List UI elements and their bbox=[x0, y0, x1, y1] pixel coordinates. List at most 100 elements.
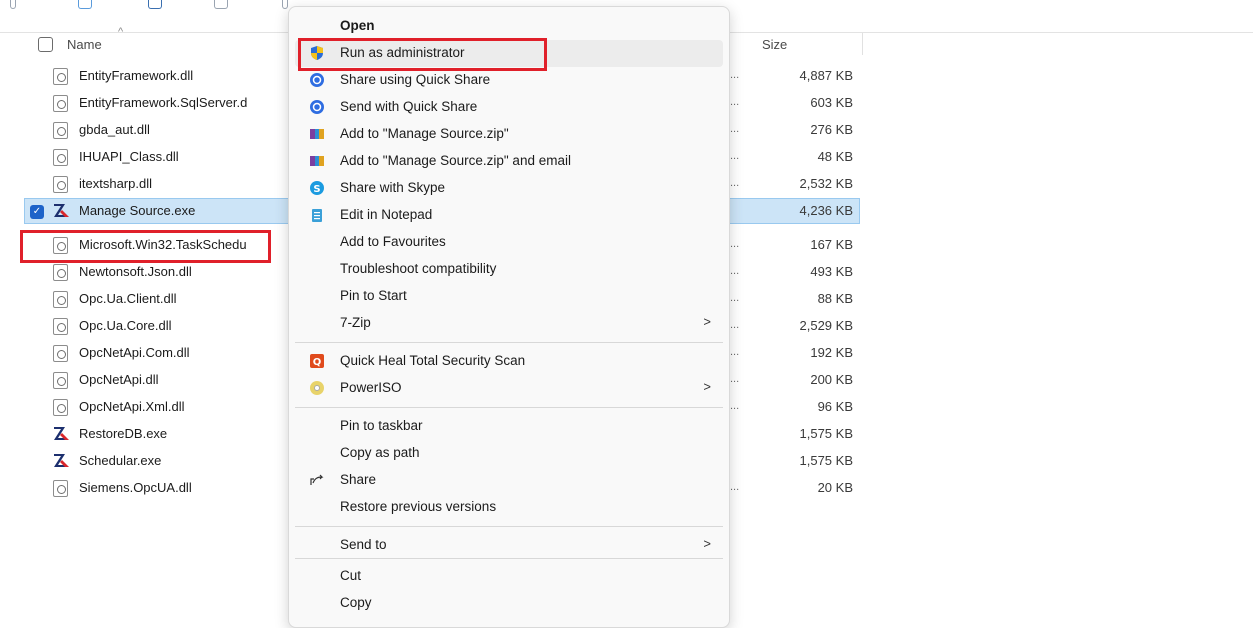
menu-item-7-zip[interactable]: 7-Zip > bbox=[295, 310, 723, 337]
winrar-icon bbox=[309, 126, 325, 142]
menu-item-copy-as-path[interactable]: Copy as path bbox=[295, 440, 723, 467]
menu-item-pin-to-taskbar[interactable]: Pin to taskbar bbox=[295, 413, 723, 440]
checkbox-checked-icon[interactable]: ✓ bbox=[30, 205, 44, 219]
file-size: 4,236 KB bbox=[799, 203, 854, 218]
column-divider[interactable] bbox=[862, 33, 863, 55]
file-name: RestoreDB.exe bbox=[79, 426, 168, 441]
size-column-header[interactable]: Size bbox=[762, 37, 787, 52]
file-size: 192 KB bbox=[810, 345, 853, 360]
highlight-box bbox=[20, 230, 271, 263]
dll-file-icon bbox=[53, 68, 68, 85]
menu-item-share[interactable]: Share bbox=[295, 467, 723, 494]
truncated-column: ... bbox=[730, 346, 740, 358]
menu-item-pin-to-start[interactable]: Pin to Start bbox=[295, 283, 723, 310]
truncated-column: ... bbox=[730, 69, 740, 81]
menu-item-label: Restore previous versions bbox=[340, 499, 497, 514]
menu-item-copy[interactable]: Copy bbox=[295, 590, 723, 617]
file-name: EntityFramework.dll bbox=[79, 68, 194, 83]
dll-file-icon bbox=[53, 176, 68, 193]
dll-file-icon bbox=[53, 122, 68, 139]
highlight-box bbox=[298, 38, 547, 71]
menu-item-label: Edit in Notepad bbox=[340, 207, 433, 222]
menu-item-label: Quick Heal Total Security Scan bbox=[340, 353, 526, 368]
file-size: 2,532 KB bbox=[799, 176, 854, 191]
file-name: OpcNetApi.Xml.dll bbox=[79, 399, 185, 414]
menu-item-add-to-manage-source-zip-and-email[interactable]: Add to "Manage Source.zip" and email bbox=[295, 148, 723, 175]
menu-item-label: Cut bbox=[340, 568, 362, 583]
toolbar-icon[interactable] bbox=[78, 0, 92, 9]
share-icon bbox=[309, 472, 325, 488]
file-name: gbda_aut.dll bbox=[79, 122, 150, 137]
menu-item-cut[interactable]: Cut bbox=[295, 563, 723, 590]
truncated-column: ... bbox=[730, 481, 740, 493]
menu-item-edit-in-notepad[interactable]: Edit in Notepad bbox=[295, 202, 723, 229]
svg-text:Q: Q bbox=[313, 357, 322, 368]
menu-item-label: Copy as path bbox=[340, 445, 420, 460]
file-size: 1,575 KB bbox=[799, 426, 854, 441]
menu-item-add-to-manage-source-zip[interactable]: Add to "Manage Source.zip" bbox=[295, 121, 723, 148]
menu-item-label: Troubleshoot compatibility bbox=[340, 261, 497, 276]
file-name: Newtonsoft.Json.dll bbox=[79, 264, 192, 279]
dll-file-icon bbox=[53, 480, 68, 497]
file-size: 88 KB bbox=[817, 291, 853, 306]
exe-app-icon bbox=[53, 202, 70, 219]
toolbar-icon[interactable] bbox=[148, 0, 162, 9]
file-name: Schedular.exe bbox=[79, 453, 162, 468]
toolbar-icon[interactable] bbox=[10, 0, 16, 9]
menu-item-share-using-quick-share[interactable]: Share using Quick Share bbox=[295, 67, 723, 94]
menu-item-label: PowerISO bbox=[340, 380, 402, 395]
menu-item-troubleshoot-compatibility[interactable]: Troubleshoot compatibility bbox=[295, 256, 723, 283]
file-size: 2,529 KB bbox=[799, 318, 854, 333]
menu-item-label: 7-Zip bbox=[340, 315, 371, 330]
exe-app-icon bbox=[53, 425, 70, 442]
file-size: 276 KB bbox=[810, 122, 853, 137]
truncated-column: ... bbox=[730, 96, 740, 108]
menu-item-restore-previous-versions[interactable]: Restore previous versions bbox=[295, 494, 723, 521]
menu-item-label: Copy bbox=[340, 595, 372, 610]
menu-item-send-with-quick-share[interactable]: Send with Quick Share bbox=[295, 94, 723, 121]
file-name: IHUAPI_Class.dll bbox=[79, 149, 179, 164]
file-size: 200 KB bbox=[810, 372, 853, 387]
file-name: Opc.Ua.Client.dll bbox=[79, 291, 177, 306]
file-size: 493 KB bbox=[810, 264, 853, 279]
quick-share-icon bbox=[309, 99, 325, 115]
file-name: OpcNetApi.dll bbox=[79, 372, 159, 387]
toolbar-icon[interactable] bbox=[282, 0, 288, 9]
truncated-column: ... bbox=[730, 319, 740, 331]
menu-item-label: Share using Quick Share bbox=[340, 72, 491, 87]
poweriso-icon bbox=[309, 380, 325, 396]
menu-separator bbox=[295, 407, 723, 408]
file-name: Manage Source.exe bbox=[79, 203, 196, 218]
file-size: 1,575 KB bbox=[799, 453, 854, 468]
file-size: 96 KB bbox=[817, 399, 853, 414]
menu-separator bbox=[295, 342, 723, 343]
menu-item-quick-heal-total-security-scan[interactable]: Q Quick Heal Total Security Scan bbox=[295, 348, 723, 375]
winrar-icon bbox=[309, 153, 325, 169]
name-column-header[interactable]: Name bbox=[67, 37, 102, 52]
dll-file-icon bbox=[53, 95, 68, 112]
quick-heal-icon: Q bbox=[309, 353, 325, 369]
file-name: Opc.Ua.Core.dll bbox=[79, 318, 172, 333]
context-menu: Open Run as administrator Share using Quic… bbox=[288, 6, 730, 628]
file-size: 48 KB bbox=[817, 149, 853, 164]
menu-item-send-to[interactable]: Send to > bbox=[295, 532, 723, 559]
notepad-icon bbox=[309, 207, 325, 223]
select-all-checkbox[interactable] bbox=[38, 37, 53, 52]
chevron-right-icon: > bbox=[703, 314, 711, 329]
toolbar-icon[interactable] bbox=[214, 0, 228, 9]
quick-share-icon bbox=[309, 72, 325, 88]
file-name: Siemens.OpcUA.dll bbox=[79, 480, 192, 495]
menu-item-share-with-skype[interactable]: S Share with Skype bbox=[295, 175, 723, 202]
menu-separator bbox=[295, 558, 723, 559]
menu-item-open[interactable]: Open bbox=[295, 13, 723, 40]
menu-item-label: Pin to taskbar bbox=[340, 418, 423, 433]
truncated-column: ... bbox=[730, 150, 740, 162]
file-name: itextsharp.dll bbox=[79, 176, 152, 191]
truncated-column: ... bbox=[730, 123, 740, 135]
menu-item-add-to-favourites[interactable]: Add to Favourites bbox=[295, 229, 723, 256]
menu-item-label: Add to Favourites bbox=[340, 234, 446, 249]
menu-item-poweriso[interactable]: PowerISO > bbox=[295, 375, 723, 402]
file-size: 4,887 KB bbox=[799, 68, 854, 83]
dll-file-icon bbox=[53, 291, 68, 308]
file-name: EntityFramework.SqlServer.d bbox=[79, 95, 248, 110]
